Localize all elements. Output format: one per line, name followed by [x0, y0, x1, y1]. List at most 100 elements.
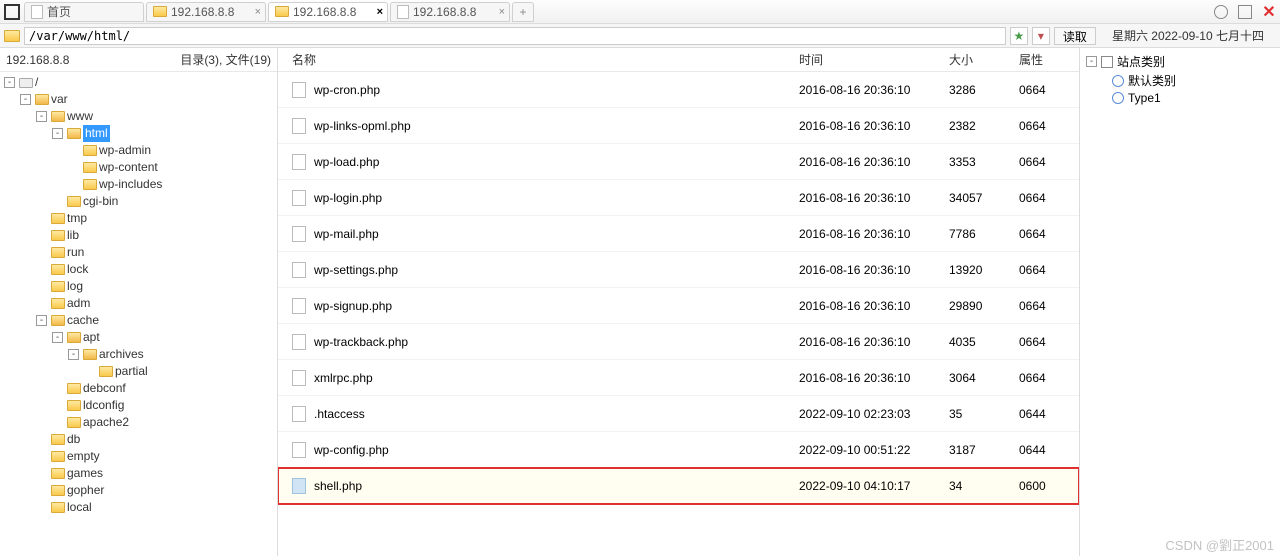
- folder-icon: [83, 179, 97, 190]
- read-button[interactable]: 读取: [1054, 27, 1096, 45]
- side-item[interactable]: 默认类别: [1084, 71, 1276, 90]
- file-list[interactable]: wp-cron.php2016-08-16 20:36:1032860664wp…: [278, 72, 1079, 504]
- expand-icon[interactable]: [36, 468, 47, 479]
- expand-icon[interactable]: -: [52, 128, 63, 139]
- expand-icon[interactable]: [36, 434, 47, 445]
- file-time: 2016-08-16 20:36:10: [799, 227, 949, 241]
- expand-icon[interactable]: [68, 162, 79, 173]
- expand-icon[interactable]: [36, 247, 47, 258]
- tree-node[interactable]: -html: [4, 125, 273, 142]
- expand-icon[interactable]: [52, 196, 63, 207]
- tree-node[interactable]: lib: [4, 227, 273, 244]
- tree-node[interactable]: log: [4, 278, 273, 295]
- dropdown-button[interactable]: ▾: [1032, 27, 1050, 45]
- expand-icon[interactable]: [68, 179, 79, 190]
- expand-icon[interactable]: -: [20, 94, 31, 105]
- bookmark-button[interactable]: ★: [1010, 27, 1028, 45]
- file-row[interactable]: shell.php2022-09-10 04:10:17340600: [278, 468, 1079, 504]
- collapse-icon[interactable]: -: [1086, 56, 1097, 67]
- expand-icon[interactable]: [36, 213, 47, 224]
- tab-3[interactable]: 192.168.8.8×: [390, 2, 510, 22]
- close-button[interactable]: ✕: [1262, 5, 1276, 19]
- tree-node[interactable]: -/: [4, 74, 273, 91]
- tree-node[interactable]: partial: [4, 363, 273, 380]
- minimize-button[interactable]: [1214, 5, 1228, 19]
- expand-icon[interactable]: [36, 502, 47, 513]
- maximize-button[interactable]: [1238, 5, 1252, 19]
- tab-1[interactable]: 192.168.8.8 ×: [146, 2, 266, 22]
- tree-node[interactable]: debconf: [4, 380, 273, 397]
- tree-node[interactable]: -archives: [4, 346, 273, 363]
- expand-icon[interactable]: -: [68, 349, 79, 360]
- tree-node[interactable]: -apt: [4, 329, 273, 346]
- expand-icon[interactable]: [36, 451, 47, 462]
- expand-icon[interactable]: -: [36, 111, 47, 122]
- tree-node-label: partial: [115, 363, 148, 380]
- expand-icon[interactable]: -: [36, 315, 47, 326]
- expand-icon[interactable]: [52, 417, 63, 428]
- directory-tree[interactable]: -/-var-www-htmlwp-adminwp-contentwp-incl…: [0, 72, 277, 518]
- tree-node[interactable]: local: [4, 499, 273, 516]
- tab-2[interactable]: 192.168.8.8×: [268, 2, 388, 22]
- expand-icon[interactable]: [36, 485, 47, 496]
- close-tab-icon[interactable]: ×: [255, 6, 261, 18]
- file-row[interactable]: wp-signup.php2016-08-16 20:36:1029890066…: [278, 288, 1079, 324]
- tree-node-label: lock: [67, 261, 88, 278]
- expand-icon[interactable]: [84, 366, 95, 377]
- tree-node[interactable]: -var: [4, 91, 273, 108]
- col-size[interactable]: 大小: [949, 51, 1019, 68]
- tree-node[interactable]: tmp: [4, 210, 273, 227]
- tree-node[interactable]: -cache: [4, 312, 273, 329]
- file-row[interactable]: wp-links-opml.php2016-08-16 20:36:102382…: [278, 108, 1079, 144]
- col-name[interactable]: 名称: [278, 51, 799, 68]
- file-row[interactable]: .htaccess2022-09-10 02:23:03350644: [278, 396, 1079, 432]
- expand-icon[interactable]: [36, 264, 47, 275]
- file-icon: [292, 226, 306, 242]
- tree-node[interactable]: -www: [4, 108, 273, 125]
- tree-node[interactable]: ldconfig: [4, 397, 273, 414]
- expand-icon[interactable]: [36, 230, 47, 241]
- file-row[interactable]: wp-trackback.php2016-08-16 20:36:1040350…: [278, 324, 1079, 360]
- tree-node[interactable]: db: [4, 431, 273, 448]
- side-item[interactable]: Type1: [1084, 90, 1276, 106]
- expand-icon[interactable]: [68, 145, 79, 156]
- file-icon: [292, 406, 306, 422]
- file-row[interactable]: wp-settings.php2016-08-16 20:36:10139200…: [278, 252, 1079, 288]
- file-row[interactable]: wp-load.php2016-08-16 20:36:1033530664: [278, 144, 1079, 180]
- col-attr[interactable]: 属性: [1019, 51, 1079, 68]
- tree-node[interactable]: empty: [4, 448, 273, 465]
- file-row[interactable]: wp-config.php2022-09-10 00:51:2231870644: [278, 432, 1079, 468]
- expand-icon[interactable]: [52, 400, 63, 411]
- file-size: 13920: [949, 263, 1019, 277]
- tab-0[interactable]: 首页: [24, 2, 144, 22]
- tab-label: 192.168.8.8: [171, 5, 234, 19]
- close-tab-icon[interactable]: ×: [377, 6, 383, 18]
- tree-node[interactable]: lock: [4, 261, 273, 278]
- path-input[interactable]: [24, 27, 1006, 45]
- tree-node[interactable]: games: [4, 465, 273, 482]
- new-tab-button[interactable]: +: [512, 2, 534, 22]
- expand-icon[interactable]: [36, 281, 47, 292]
- tree-node[interactable]: wp-content: [4, 159, 273, 176]
- tree-node[interactable]: wp-admin: [4, 142, 273, 159]
- file-row[interactable]: wp-login.php2016-08-16 20:36:10340570664: [278, 180, 1079, 216]
- host-label: 192.168.8.8: [6, 53, 69, 67]
- tree-node[interactable]: adm: [4, 295, 273, 312]
- file-row[interactable]: wp-cron.php2016-08-16 20:36:1032860664: [278, 72, 1079, 108]
- tree-node[interactable]: run: [4, 244, 273, 261]
- tree-node[interactable]: wp-includes: [4, 176, 273, 193]
- site-category-root[interactable]: - 站点类别: [1084, 52, 1276, 71]
- tree-node-label: run: [67, 244, 84, 261]
- file-row[interactable]: wp-mail.php2016-08-16 20:36:1077860664: [278, 216, 1079, 252]
- tree-node[interactable]: apache2: [4, 414, 273, 431]
- expand-icon[interactable]: -: [52, 332, 63, 343]
- tree-node[interactable]: gopher: [4, 482, 273, 499]
- col-time[interactable]: 时间: [799, 51, 949, 68]
- expand-icon[interactable]: [52, 383, 63, 394]
- file-size: 29890: [949, 299, 1019, 313]
- file-row[interactable]: xmlrpc.php2016-08-16 20:36:1030640664: [278, 360, 1079, 396]
- expand-icon[interactable]: [36, 298, 47, 309]
- tree-node[interactable]: cgi-bin: [4, 193, 273, 210]
- expand-icon[interactable]: -: [4, 77, 15, 88]
- close-tab-icon[interactable]: ×: [499, 6, 505, 18]
